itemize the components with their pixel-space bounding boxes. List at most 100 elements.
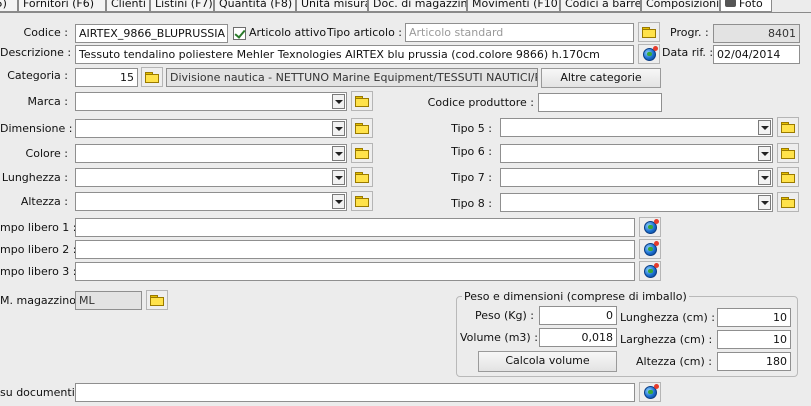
tipo-articolo-folder-button[interactable] bbox=[638, 22, 660, 42]
descrizione-field[interactable]: Tessuto tendalino poliestere Mehler Texn… bbox=[75, 45, 634, 64]
chevron-down-icon[interactable] bbox=[332, 194, 345, 209]
um-magazzino-field: ML bbox=[75, 291, 142, 310]
globe-badge-icon bbox=[653, 218, 659, 224]
tab-codici-barre[interactable]: Codici a barre bbox=[560, 0, 641, 12]
campo-libero-2-field[interactable] bbox=[75, 240, 635, 259]
su-documenti-label: su documenti: bbox=[0, 386, 79, 399]
tipo-articolo-field[interactable]: Articolo standard bbox=[405, 23, 634, 42]
tab-clienti[interactable]: Clienti bbox=[106, 0, 150, 12]
globe-icon bbox=[643, 383, 659, 399]
campo-libero-3-field[interactable] bbox=[75, 262, 635, 281]
tipo8-folder-button[interactable] bbox=[777, 192, 799, 212]
folder-icon bbox=[781, 147, 795, 159]
folder-icon bbox=[642, 26, 656, 38]
lunghezza-cm-field[interactable]: 10 bbox=[717, 308, 791, 327]
articolo-attivo-checkbox[interactable] bbox=[233, 27, 246, 40]
chevron-down-icon[interactable] bbox=[758, 195, 771, 210]
tipo5-folder-button[interactable] bbox=[777, 117, 799, 137]
tab-strip-divider bbox=[0, 12, 811, 13]
larghezza-cm-field[interactable]: 10 bbox=[717, 330, 791, 349]
globe-icon bbox=[643, 218, 659, 234]
su-documenti-translate-button[interactable] bbox=[639, 382, 661, 402]
altezza-select[interactable] bbox=[75, 192, 347, 211]
marca-select[interactable] bbox=[75, 92, 347, 111]
colore-select[interactable] bbox=[75, 144, 347, 163]
tipo6-select[interactable] bbox=[500, 144, 773, 163]
volume-field[interactable]: 0,018 bbox=[539, 328, 617, 347]
dimensione-select[interactable] bbox=[75, 119, 347, 138]
su-documenti-field[interactable] bbox=[75, 383, 635, 402]
campo-libero-1-field[interactable] bbox=[75, 218, 635, 237]
tab-movimenti[interactable]: Movimenti (F10) bbox=[467, 0, 560, 12]
globe-icon bbox=[643, 262, 659, 278]
campo-libero-1-translate-button[interactable] bbox=[639, 217, 661, 237]
larghezza-cm-label: Larghezza (cm) : bbox=[620, 333, 713, 346]
tipo-articolo-label: Tipo articolo : bbox=[326, 26, 402, 39]
chevron-down-icon[interactable] bbox=[332, 121, 345, 136]
codice-produttore-field[interactable] bbox=[538, 93, 662, 112]
volume-label: Volume (m3) : bbox=[460, 331, 538, 344]
tab-f5[interactable]: (F5) bbox=[0, 0, 18, 12]
tipo7-select[interactable] bbox=[500, 168, 773, 187]
lunghezza-select[interactable] bbox=[75, 168, 347, 187]
chevron-down-icon[interactable] bbox=[332, 146, 345, 161]
globe-badge-icon bbox=[652, 45, 658, 51]
peso-field[interactable]: 0 bbox=[539, 306, 617, 325]
tab-doc-magazzino[interactable]: Doc. di magazzino bbox=[368, 0, 467, 12]
data-rif-label: Data rif. : bbox=[662, 46, 714, 59]
tipo7-folder-button[interactable] bbox=[777, 167, 799, 187]
data-rif-field[interactable]: 02/04/2014 bbox=[713, 45, 800, 64]
globe-icon bbox=[643, 240, 659, 256]
um-magazzino-folder-button[interactable] bbox=[146, 290, 168, 310]
peso-label: Peso (Kg) : bbox=[475, 309, 534, 322]
chevron-down-icon[interactable] bbox=[758, 120, 771, 135]
tab-fornitori[interactable]: Fornitori (F6) bbox=[18, 0, 106, 12]
codice-label: Codice : bbox=[23, 26, 68, 39]
colore-folder-button[interactable] bbox=[351, 143, 373, 163]
descrizione-translate-button[interactable] bbox=[638, 44, 660, 64]
um-magazzino-label: M. magazzino : bbox=[0, 294, 84, 307]
tipo8-select[interactable] bbox=[500, 193, 773, 212]
campo-libero-2-translate-button[interactable] bbox=[639, 239, 661, 259]
folder-icon bbox=[355, 195, 369, 207]
dimensione-folder-button[interactable] bbox=[351, 118, 373, 138]
categoria-folder-button[interactable] bbox=[141, 67, 163, 87]
tab-quantita[interactable]: Quantità (F8) bbox=[214, 0, 296, 12]
marca-folder-button[interactable] bbox=[351, 91, 373, 111]
progr-field: 8401 bbox=[713, 24, 800, 43]
categoria-label: Categoria : bbox=[7, 69, 68, 82]
altezza-label: Altezza : bbox=[20, 195, 68, 208]
calcola-volume-button[interactable]: Calcola volume bbox=[478, 351, 617, 372]
altezza-cm-field[interactable]: 180 bbox=[717, 352, 791, 371]
globe-badge-icon bbox=[653, 262, 659, 268]
categoria-description: Divisione nautica - NETTUNO Marine Equip… bbox=[166, 68, 538, 87]
tipo5-label: Tipo 5 : bbox=[451, 122, 492, 135]
campo-libero-3-translate-button[interactable] bbox=[639, 261, 661, 281]
categoria-field[interactable]: 15 bbox=[75, 68, 138, 87]
campo-libero-2-label: mpo libero 2 : bbox=[0, 243, 77, 256]
folder-icon bbox=[781, 171, 795, 183]
lunghezza-folder-button[interactable] bbox=[351, 167, 373, 187]
dimensione-label: Dimensione : bbox=[0, 122, 73, 135]
folder-icon bbox=[145, 71, 159, 83]
codice-produttore-label: Codice produttore : bbox=[427, 96, 534, 109]
tipo6-folder-button[interactable] bbox=[777, 143, 799, 163]
chevron-down-icon[interactable] bbox=[758, 170, 771, 185]
chevron-down-icon[interactable] bbox=[332, 170, 345, 185]
tipo5-select[interactable] bbox=[500, 118, 773, 137]
altezza-folder-button[interactable] bbox=[351, 191, 373, 211]
tab-foto[interactable]: Foto bbox=[720, 0, 772, 12]
folder-icon bbox=[355, 147, 369, 159]
folder-icon bbox=[781, 196, 795, 208]
altezza-cm-label: Altezza (cm) : bbox=[636, 355, 712, 368]
folder-icon bbox=[355, 171, 369, 183]
tab-composizioni[interactable]: Composizioni bbox=[641, 0, 720, 12]
lunghezza-label: Lunghezza : bbox=[1, 171, 68, 184]
codice-field[interactable]: AIRTEX_9866_BLUPRUSSIA bbox=[75, 24, 228, 43]
chevron-down-icon[interactable] bbox=[332, 94, 345, 109]
tab-unita-misura[interactable]: Unità misura bbox=[296, 0, 368, 12]
tab-listini[interactable]: Listini (F7) bbox=[150, 0, 214, 12]
altre-categorie-button[interactable]: Altre categorie bbox=[541, 68, 661, 88]
chevron-down-icon[interactable] bbox=[758, 146, 771, 161]
globe-icon bbox=[642, 45, 658, 61]
